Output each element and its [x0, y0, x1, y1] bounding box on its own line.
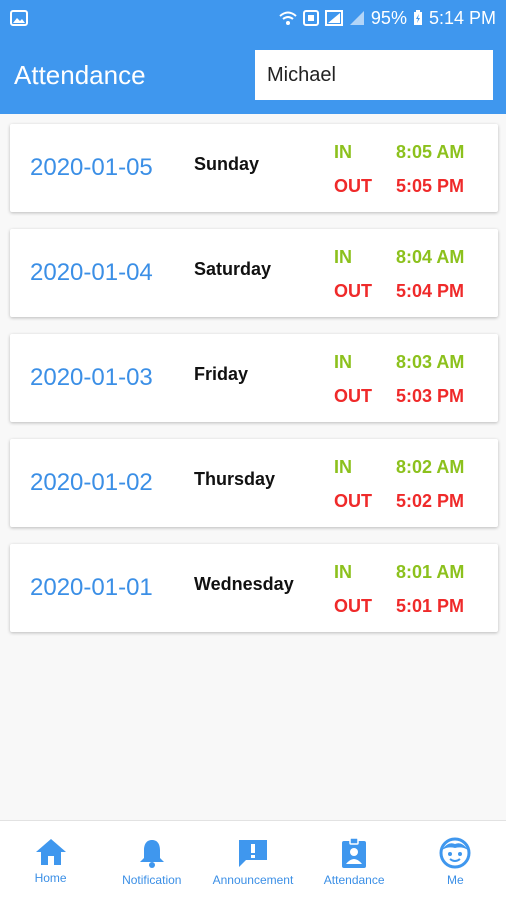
in-label: IN [334, 562, 352, 582]
attendance-card[interactable]: 2020-01-01 Wednesday IN 8:01 AM OUT 5:01… [10, 544, 498, 632]
face-icon [439, 837, 471, 869]
nav-announcement-label: Announcement [212, 873, 294, 887]
nav-announcement[interactable]: Announcement [202, 821, 303, 887]
badge-icon [342, 837, 367, 868]
battery-icon [413, 10, 422, 25]
nav-attendance-label: Attendance [323, 873, 385, 887]
attendance-day: Sunday [194, 154, 260, 174]
nfc-icon [302, 10, 319, 26]
wifi-icon [279, 11, 297, 25]
in-label: IN [334, 457, 352, 477]
in-time: 8:04 AM [396, 247, 465, 267]
attendance-date: 2020-01-05 [30, 154, 153, 181]
in-label: IN [334, 142, 352, 162]
clock: 5:14 PM [428, 7, 496, 28]
attendance-card[interactable]: 2020-01-03 Friday IN 8:03 AM OUT 5:03 PM [10, 334, 498, 422]
app-bar: Attendance [0, 36, 506, 114]
attendance-date: 2020-01-03 [30, 364, 153, 391]
nav-notification-label: Notification [122, 873, 182, 887]
name-search-input[interactable] [255, 50, 493, 100]
in-time: 8:03 AM [396, 352, 465, 372]
nav-me-label: Me [447, 873, 464, 887]
out-time: 5:01 PM [396, 596, 465, 616]
in-time: 8:01 AM [396, 562, 465, 582]
status-bar: 95% 5:14 PM [0, 0, 506, 36]
out-time: 5:02 PM [396, 491, 465, 511]
nav-notification[interactable]: Notification [101, 821, 202, 887]
out-label: OUT [334, 176, 372, 196]
nav-me[interactable]: Me [405, 821, 506, 887]
out-time: 5:03 PM [396, 386, 465, 406]
battery-percent: 95% [370, 7, 407, 28]
attendance-card[interactable]: 2020-01-05 Sunday IN 8:05 AM OUT 5:05 PM [10, 124, 498, 212]
attendance-card[interactable]: 2020-01-04 Saturday IN 8:04 AM OUT 5:04 … [10, 229, 498, 317]
attendance-day: Thursday [194, 469, 276, 489]
image-icon [10, 10, 28, 26]
in-time: 8:02 AM [396, 457, 465, 477]
attendance-date: 2020-01-02 [30, 469, 153, 496]
nav-attendance[interactable]: Attendance [304, 821, 405, 887]
out-time: 5:05 PM [396, 176, 465, 196]
attendance-day: Friday [194, 364, 249, 384]
nav-home[interactable]: Home [0, 821, 101, 885]
attendance-date: 2020-01-01 [30, 574, 153, 601]
bell-icon [139, 840, 164, 868]
signal-icon [349, 11, 364, 25]
out-label: OUT [334, 596, 372, 616]
page-title: Attendance [14, 59, 146, 90]
out-label: OUT [334, 281, 372, 301]
out-label: OUT [334, 386, 372, 406]
attendance-day: Saturday [194, 259, 272, 279]
out-label: OUT [334, 491, 372, 511]
in-label: IN [334, 247, 352, 267]
signal-icon [324, 10, 343, 26]
attendance-list: 2020-01-05 Sunday IN 8:05 AM OUT 5:05 PM… [10, 124, 498, 649]
out-time: 5:04 PM [396, 281, 465, 301]
attendance-card[interactable]: 2020-01-02 Thursday IN 8:02 AM OUT 5:02 … [10, 439, 498, 527]
nav-home-label: Home [34, 871, 67, 885]
attendance-day: Wednesday [194, 574, 294, 594]
in-label: IN [334, 352, 352, 372]
announcement-icon [238, 840, 267, 867]
home-icon [35, 839, 66, 865]
bottom-nav: Home Notification Announcement Attendanc… [0, 820, 506, 901]
in-time: 8:05 AM [396, 142, 465, 162]
attendance-date: 2020-01-04 [30, 259, 153, 286]
